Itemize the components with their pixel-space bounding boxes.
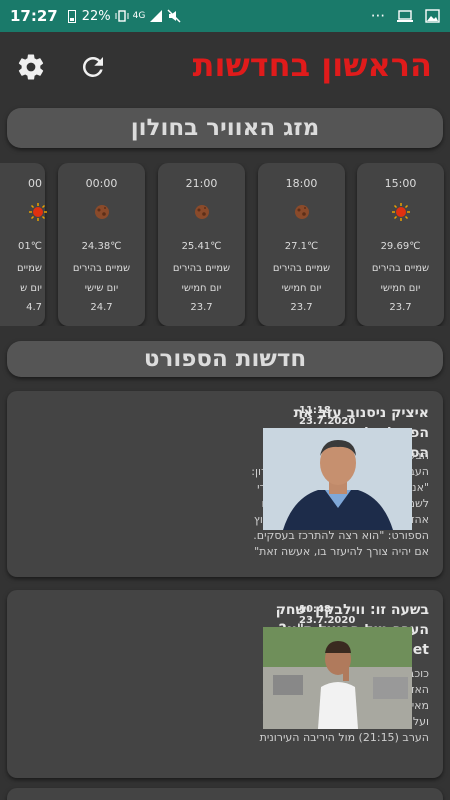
mute-icon [167, 9, 181, 23]
moon-icon [294, 205, 309, 219]
moon-icon [94, 205, 109, 219]
news-datetime: 10:48 23.7.2020 [299, 604, 389, 626]
sport-section-title: חדשות הספורט [7, 341, 443, 377]
weather-card[interactable]: 15:00 29.69℃ שמיים בהירים יום חמישי 23.7 [357, 163, 444, 326]
vibrate-icon [115, 10, 129, 22]
weather-temp: 27.1℃ [284, 241, 319, 252]
moon-icon [194, 205, 209, 219]
weather-temp: 29.69℃ [380, 241, 421, 252]
weather-day: יום חמישי [181, 283, 222, 294]
weather-avg: 23.7 [190, 302, 213, 313]
image-icon [425, 9, 440, 23]
news-date: 23.7.2020 [299, 416, 356, 427]
status-time: 17:27 [10, 7, 58, 25]
refresh-icon [82, 56, 103, 77]
news-time: 10:48 [299, 604, 331, 615]
weather-time: 00 [28, 177, 42, 190]
refresh-button[interactable] [78, 52, 108, 82]
news-date: 23.7.2020 [299, 615, 356, 626]
app-header: הראשון בחדשות [0, 32, 450, 102]
weather-desc: שמיים [17, 263, 42, 274]
battery-icon [67, 9, 76, 23]
weather-section-title: מזג האוויר בחולון [7, 108, 443, 148]
portrait-photo [263, 428, 412, 530]
weather-desc: שמיים בהירים [272, 263, 331, 274]
news-card[interactable]: איציק ניסנוב עזב את הפועל תל אביב - ערוץ… [7, 391, 443, 577]
weather-desc: שמיים בהירים [371, 263, 430, 274]
weather-temp: 25.41℃ [181, 241, 222, 252]
weather-day: יום חמישי [281, 283, 322, 294]
news-datetime: 11:18 23.7.2020 [299, 405, 389, 427]
weather-avg: 4.7 [26, 302, 42, 313]
athlete-photo [263, 627, 412, 729]
weather-card[interactable]: 00:00 24.38℃ שמיים בהירים יום שישי 24.7 [58, 163, 145, 326]
laptop-icon [397, 10, 413, 22]
gear-icon [18, 54, 44, 80]
news-image[interactable] [263, 627, 412, 729]
status-bar: 17:27 22% 4G ··· [0, 0, 450, 32]
weather-time: 21:00 [185, 177, 218, 190]
weather-temp: 01℃ [18, 241, 42, 252]
news-card[interactable]: בשעה זו: ווילבקין ישחק הערב מול הפועל ת"… [7, 590, 443, 778]
sun-icon [391, 203, 410, 221]
weather-day: יום שישי [84, 283, 119, 294]
weather-card[interactable]: 18:00 27.1℃ שמיים בהירים יום חמישי 23.7 [258, 163, 345, 326]
weather-time: 18:00 [285, 177, 318, 190]
weather-temp: 24.38℃ [81, 241, 122, 252]
weather-avg: 24.7 [90, 302, 113, 313]
news-image[interactable] [263, 428, 412, 530]
weather-time: 00:00 [85, 177, 118, 190]
weather-day: יום חמישי [380, 283, 421, 294]
more-icon[interactable]: ··· [371, 7, 385, 25]
weather-desc: שמיים בהירים [72, 263, 131, 274]
weather-day: יום ש [20, 283, 42, 294]
weather-card[interactable]: 00 01℃ שמיים יום ש 4.7 [0, 163, 47, 326]
status-icons: 22% 4G [66, 9, 182, 24]
network-type: 4G [132, 11, 146, 21]
news-time: 11:18 [299, 405, 331, 416]
battery-percent: 22% [81, 8, 111, 24]
weather-time: 15:00 [384, 177, 417, 190]
signal-icon [150, 10, 163, 22]
weather-desc: שמיים בהירים [172, 263, 231, 274]
settings-button[interactable] [16, 52, 46, 82]
weather-card[interactable]: 21:00 25.41℃ שמיים בהירים יום חמישי 23.7 [158, 163, 245, 326]
weather-forecast-list[interactable]: 15:00 29.69℃ שמיים בהירים יום חמישי 23.7… [0, 163, 450, 326]
news-card[interactable] [7, 788, 443, 800]
weather-avg: 23.7 [389, 302, 412, 313]
weather-avg: 23.7 [290, 302, 313, 313]
app-title: הראשון בחדשות [192, 46, 432, 84]
sun-icon [29, 203, 47, 221]
